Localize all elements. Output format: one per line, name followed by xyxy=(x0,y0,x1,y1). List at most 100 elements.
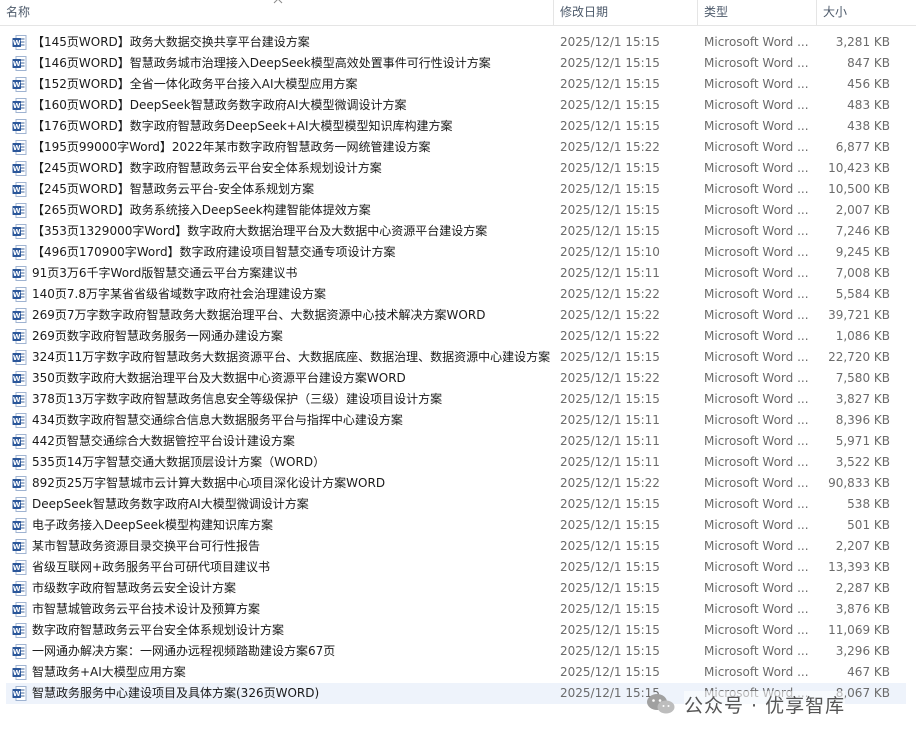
file-row[interactable]: W 【152页WORD】全省一体化政务平台接入AI大模型应用方案 2025/12… xyxy=(0,74,916,95)
word-document-icon: W xyxy=(12,392,27,407)
file-type: Microsoft Word ... xyxy=(704,245,809,259)
file-name: 140页7.8万字某省省级省域数字政府社会治理建设方案 xyxy=(32,287,326,301)
file-modified-date: 2025/12/1 15:11 xyxy=(560,434,660,448)
file-row[interactable]: W 一网通办解决方案：一网通办远程视频踏勘建设方案67页 2025/12/1 1… xyxy=(0,641,916,662)
file-type: Microsoft Word ... xyxy=(704,56,809,70)
svg-text:W: W xyxy=(13,60,21,68)
file-name: 市智慧城管政务云平台技术设计及预算方案 xyxy=(32,602,261,616)
file-type: Microsoft Word ... xyxy=(704,371,809,385)
file-name: 一网通办解决方案：一网通办远程视频踏勘建设方案67页 xyxy=(32,644,336,658)
file-row[interactable]: W 324页11万字数字政府智慧政务大数据资源平台、大数据底座、数据治理、数据资… xyxy=(0,347,916,368)
file-modified-date: 2025/12/1 15:15 xyxy=(560,161,660,175)
file-row[interactable]: W 某市智慧政务资源目录交换平台可行性报告 2025/12/1 15:15 Mi… xyxy=(0,536,916,557)
svg-text:W: W xyxy=(13,123,21,131)
file-type: Microsoft Word ... xyxy=(704,455,809,469)
file-modified-date: 2025/12/1 15:15 xyxy=(560,119,660,133)
svg-text:W: W xyxy=(13,102,21,110)
file-name: 269页7万字数字政府智慧政务大数据治理平台、大数据资源中心技术解决方案WORD xyxy=(32,308,486,322)
file-row[interactable]: W DeepSeek智慧政务数字政府AI大模型微调设计方案 2025/12/1 … xyxy=(0,494,916,515)
word-document-icon: W xyxy=(12,455,27,470)
svg-text:W: W xyxy=(13,564,21,572)
file-modified-date: 2025/12/1 15:15 xyxy=(560,623,660,637)
file-row[interactable]: W 市级数字政府智慧政务云安全设计方案 2025/12/1 15:15 Micr… xyxy=(0,578,916,599)
file-name: 省级互联网+政务服务平台可研代项目建议书 xyxy=(32,560,271,574)
file-row[interactable]: W 535页14万字智慧交通大数据顶层设计方案（WORD） 2025/12/1 … xyxy=(0,452,916,473)
column-header-type[interactable]: 类型 xyxy=(697,0,815,25)
column-header-size-label: 大小 xyxy=(823,5,848,19)
svg-text:W: W xyxy=(13,648,21,656)
file-name: DeepSeek智慧政务数字政府AI大模型微调设计方案 xyxy=(32,497,309,511)
file-list: W 【145页WORD】政务大数据交换共享平台建设方案 2025/12/1 15… xyxy=(0,32,916,704)
file-row[interactable]: W 892页25万字智慧城市云计算大数据中心项目深化设计方案WORD 2025/… xyxy=(0,473,916,494)
word-document-icon: W xyxy=(12,224,27,239)
file-row[interactable]: W 140页7.8万字某省省级省域数字政府社会治理建设方案 2025/12/1 … xyxy=(0,284,916,305)
column-header-bar: 名称 修改日期 类型 大小 xyxy=(0,0,916,26)
word-document-icon: W xyxy=(12,287,27,302)
file-name: 【160页WORD】DeepSeek智慧政务数字政府AI大模型微调设计方案 xyxy=(32,98,407,112)
file-row[interactable]: W 【245页WORD】智慧政务云平台-安全体系规划方案 2025/12/1 1… xyxy=(0,179,916,200)
file-name: 91页3万6千字Word版智慧交通云平台方案建议书 xyxy=(32,266,298,280)
word-document-icon: W xyxy=(12,518,27,533)
file-row[interactable]: W 市智慧城管政务云平台技术设计及预算方案 2025/12/1 15:15 Mi… xyxy=(0,599,916,620)
file-type: Microsoft Word ... xyxy=(704,665,809,679)
file-modified-date: 2025/12/1 15:15 xyxy=(560,350,660,364)
file-row[interactable]: W 【353页1329000字Word】数字政府大数据治理平台及大数据中心资源平… xyxy=(0,221,916,242)
file-size: 1,086 KB xyxy=(835,329,890,343)
svg-text:W: W xyxy=(13,480,21,488)
sort-ascending-chevron-icon xyxy=(273,0,283,4)
file-row[interactable]: W 【265页WORD】政务系统接入DeepSeek构建智能体提效方案 2025… xyxy=(0,200,916,221)
file-row[interactable]: W 【146页WORD】智慧政务城市治理接入DeepSeek模型高效处置事件可行… xyxy=(0,53,916,74)
word-document-icon: W xyxy=(12,77,27,92)
file-row[interactable]: W 269页7万字数字政府智慧政务大数据治理平台、大数据资源中心技术解决方案WO… xyxy=(0,305,916,326)
svg-text:W: W xyxy=(13,690,21,698)
file-row[interactable]: W 269页数字政府智慧政务服务一网通办建设方案 2025/12/1 15:22… xyxy=(0,326,916,347)
word-document-icon: W xyxy=(12,119,27,134)
column-header-size[interactable]: 大小 xyxy=(816,0,916,25)
file-modified-date: 2025/12/1 15:22 xyxy=(560,329,660,343)
file-row[interactable]: W 【145页WORD】政务大数据交换共享平台建设方案 2025/12/1 15… xyxy=(0,32,916,53)
word-document-icon: W xyxy=(12,35,27,50)
file-row[interactable]: W 数字政府智慧政务云平台安全体系规划设计方案 2025/12/1 15:15 … xyxy=(0,620,916,641)
file-type: Microsoft Word ... xyxy=(704,224,809,238)
file-row[interactable]: W 442页智慧交通综合大数据管控平台设计建设方案 2025/12/1 15:1… xyxy=(0,431,916,452)
svg-text:W: W xyxy=(13,270,21,278)
file-type: Microsoft Word ... xyxy=(704,497,809,511)
file-row[interactable]: W 【160页WORD】DeepSeek智慧政务数字政府AI大模型微调设计方案 … xyxy=(0,95,916,116)
word-document-icon: W xyxy=(12,413,27,428)
file-name: 350页数字政府大数据治理平台及大数据中心资源平台建设方案WORD xyxy=(32,371,406,385)
file-size: 456 KB xyxy=(847,77,890,91)
file-type: Microsoft Word ... xyxy=(704,203,809,217)
file-modified-date: 2025/12/1 15:15 xyxy=(560,203,660,217)
file-name: 378页13万字数字政府智慧政务信息安全等级保护（三级）建设项目设计方案 xyxy=(32,392,443,406)
file-modified-date: 2025/12/1 15:22 xyxy=(560,476,660,490)
file-row[interactable]: W 【195页99000字Word】2022年某市数字政府智慧政务一网统管建设方… xyxy=(0,137,916,158)
file-row[interactable]: W 434页数字政府智慧交通综合信息大数据服务平台与指挥中心建设方案 2025/… xyxy=(0,410,916,431)
file-size: 90,833 KB xyxy=(828,476,890,490)
file-row[interactable]: W 378页13万字数字政府智慧政务信息安全等级保护（三级）建设项目设计方案 2… xyxy=(0,389,916,410)
file-name: 电子政务接入DeepSeek模型构建知识库方案 xyxy=(32,518,273,532)
file-name: 【245页WORD】数字政府智慧政务云平台安全体系规划设计方案 xyxy=(32,161,382,175)
file-size: 3,281 KB xyxy=(835,35,890,49)
file-row[interactable]: W 91页3万6千字Word版智慧交通云平台方案建议书 2025/12/1 15… xyxy=(0,263,916,284)
file-name: 【176页WORD】数字政府智慧政务DeepSeek+AI大模型模型知识库构建方… xyxy=(32,119,453,133)
svg-text:W: W xyxy=(13,354,21,362)
file-row[interactable]: W 电子政务接入DeepSeek模型构建知识库方案 2025/12/1 15:1… xyxy=(0,515,916,536)
svg-text:W: W xyxy=(13,228,21,236)
file-row[interactable]: W 【176页WORD】数字政府智慧政务DeepSeek+AI大模型模型知识库构… xyxy=(0,116,916,137)
file-type: Microsoft Word ... xyxy=(704,35,809,49)
file-size: 2,007 KB xyxy=(835,203,890,217)
file-row[interactable]: W 350页数字政府大数据治理平台及大数据中心资源平台建设方案WORD 2025… xyxy=(0,368,916,389)
file-name: 892页25万字智慧城市云计算大数据中心项目深化设计方案WORD xyxy=(32,476,386,490)
file-type: Microsoft Word ... xyxy=(704,350,809,364)
file-modified-date: 2025/12/1 15:15 xyxy=(560,539,660,553)
file-row[interactable]: W 【245页WORD】数字政府智慧政务云平台安全体系规划设计方案 2025/1… xyxy=(0,158,916,179)
svg-text:W: W xyxy=(13,543,21,551)
svg-text:W: W xyxy=(13,606,21,614)
word-document-icon: W xyxy=(12,56,27,71)
file-name: 某市智慧政务资源目录交换平台可行性报告 xyxy=(32,539,261,553)
file-row[interactable]: W 省级互联网+政务服务平台可研代项目建议书 2025/12/1 15:15 M… xyxy=(0,557,916,578)
column-header-type-label: 类型 xyxy=(704,5,729,19)
file-row[interactable]: W 智慧政务+AI大模型应用方案 2025/12/1 15:15 Microso… xyxy=(0,662,916,683)
file-row[interactable]: W 【496页170900字Word】数字政府建设项目智慧交通专项设计方案 20… xyxy=(0,242,916,263)
column-header-date[interactable]: 修改日期 xyxy=(553,0,696,25)
